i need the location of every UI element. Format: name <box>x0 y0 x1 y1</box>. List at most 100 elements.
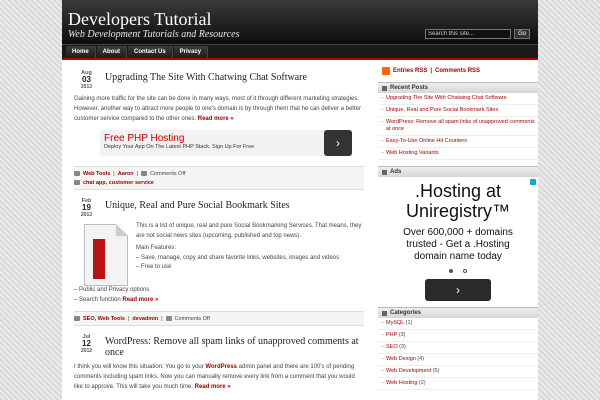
nav-contact[interactable]: Contact Us <box>128 45 173 58</box>
sidebar-ad[interactable]: .Hosting at Uniregistry™ Over 600,000 + … <box>378 177 538 301</box>
post-meta: SEO, Web Tools | devadmin | Comments Off <box>74 311 364 326</box>
comments-rss-link[interactable]: Comments RSS <box>435 68 480 74</box>
recent-posts-title: Recent Posts <box>390 85 429 91</box>
post-categories[interactable]: SEO, Web Tools <box>83 316 125 322</box>
post-year: 2013 <box>80 84 93 90</box>
adchoices-icon[interactable] <box>530 179 536 185</box>
search-form: Go <box>425 29 530 39</box>
read-more-link[interactable]: Read more » <box>195 384 231 390</box>
ad-title[interactable]: Free PHP Hosting <box>104 133 348 144</box>
recent-post-link[interactable]: WordPress: Remove all spam links of unap… <box>378 117 538 136</box>
recent-post-link[interactable]: Easy-To-Use Online Hit Counters <box>378 136 538 148</box>
category-link[interactable]: MySQL <box>386 320 404 326</box>
categories-title: Categories <box>390 310 422 316</box>
category-link[interactable]: Web Hosting <box>386 380 417 386</box>
site-title[interactable]: Developers Tutorial <box>68 10 538 28</box>
category-item: MySQL (1) <box>378 318 538 330</box>
post-comments: Comments Off <box>174 315 210 322</box>
post-excerpt: Gaining more traffic for the site can be… <box>74 94 364 124</box>
category-link[interactable]: PHP <box>386 332 397 338</box>
ad-subtitle: Deploy Your App On The Latest PHP Stack.… <box>104 144 255 150</box>
carousel-dot[interactable] <box>449 269 453 273</box>
rss-icon <box>382 67 390 75</box>
category-count: (1) <box>405 320 413 326</box>
folder-icon <box>74 316 80 321</box>
post-date: Feb 19 2013 <box>74 198 99 218</box>
ad-headline[interactable]: Uniregistry™ <box>378 201 538 221</box>
post-year: 2013 <box>80 212 93 218</box>
post: Jul 12 2012 WordPress: Remove all spam l… <box>74 334 364 392</box>
widget-title: Ads <box>378 166 538 177</box>
post-author[interactable]: devadmin <box>132 316 158 322</box>
category-item: SEO (3) <box>378 342 538 354</box>
ad-carousel-dots <box>378 269 538 273</box>
category-link[interactable]: Web Development <box>386 368 431 374</box>
categories-widget: Categories MySQL (1) PHP (3) SEO (3) Web… <box>378 307 538 390</box>
inline-ad[interactable]: Free PHP Hosting Deploy Your App On The … <box>100 130 352 156</box>
site-header: Developers Tutorial Web Development Tuto… <box>62 0 538 44</box>
post-body-cont: – Public and Privacy options – Search fu… <box>74 286 364 305</box>
ad-body: trusted - Get a .Hosting <box>406 239 510 250</box>
recent-post-link[interactable]: Unique, Real and Pure Social Bookmark Si… <box>378 105 538 117</box>
sidebar: Entries RSS | Comments RSS Recent Posts … <box>378 62 538 390</box>
wordpress-link[interactable]: WordPress <box>205 364 237 370</box>
category-count: (4) <box>417 356 425 362</box>
widget-icon <box>382 169 387 175</box>
main-content: Aug 03 2013 Upgrading The Site With Chat… <box>62 62 370 392</box>
post-title-link[interactable]: Upgrading The Site With Chatwing Chat So… <box>105 70 364 83</box>
pdf-document-icon <box>84 224 128 286</box>
ad-body: domain name today <box>414 251 502 262</box>
post-date: Jul 12 2012 <box>74 334 99 354</box>
post-meta: Web Tools | Aaron | Comments Off chat ap… <box>74 166 364 190</box>
feeds-separator: | <box>430 68 433 74</box>
ad-headline[interactable]: .Hosting at <box>378 181 538 201</box>
post-author[interactable]: Aaron <box>118 171 134 177</box>
meta-separator: | <box>161 315 163 322</box>
comment-icon <box>165 316 172 321</box>
post-day: 12 <box>82 339 91 348</box>
post-date: Aug 03 2013 <box>74 70 99 90</box>
post-excerpt: I think you will know this situation: Yo… <box>74 362 364 392</box>
widget-title: Categories <box>378 307 538 318</box>
folder-icon <box>74 171 80 176</box>
post: Aug 03 2013 Upgrading The Site With Chat… <box>74 70 364 190</box>
tag-icon <box>74 180 80 185</box>
carousel-dot[interactable] <box>463 269 467 273</box>
read-more-link[interactable]: Read more » <box>122 297 158 303</box>
recent-post-link[interactable]: Web Hosting Variants <box>378 148 538 160</box>
rss-feeds: Entries RSS | Comments RSS <box>382 66 538 76</box>
category-count: (5) <box>432 368 440 374</box>
category-link[interactable]: Web Design <box>386 356 416 362</box>
category-link[interactable]: SEO <box>386 344 398 350</box>
nav-about[interactable]: About <box>96 45 127 58</box>
meta-separator: | <box>113 170 115 177</box>
page-wrapper: Developers Tutorial Web Development Tuto… <box>62 0 538 400</box>
search-button[interactable]: Go <box>514 29 530 39</box>
post-year: 2012 <box>80 348 93 354</box>
post-tags[interactable]: chat app, customer service <box>83 180 154 186</box>
search-input[interactable] <box>425 29 511 39</box>
post-title-link[interactable]: Unique, Real and Pure Social Bookmark Si… <box>105 198 364 211</box>
post-categories[interactable]: Web Tools <box>83 171 110 177</box>
ad-arrow-button[interactable]: › <box>324 130 352 156</box>
meta-separator: | <box>127 315 130 322</box>
read-more-link[interactable]: Read more » <box>198 116 234 122</box>
category-item: Web Hosting (2) <box>378 378 538 390</box>
category-item: PHP (3) <box>378 330 538 342</box>
meta-separator: | <box>136 170 139 177</box>
feature-item: – Public and Privacy options <box>74 287 150 293</box>
feature-item-wrap: – Search function Read more » <box>74 296 364 306</box>
feature-item: – Search function <box>74 296 121 303</box>
category-count: (2) <box>418 380 426 386</box>
post-title-link[interactable]: WordPress: Remove all spam links of unap… <box>105 334 364 358</box>
ads-title: Ads <box>390 169 402 175</box>
entries-rss-link[interactable]: Entries RSS <box>393 68 427 74</box>
category-count: (3) <box>398 332 406 338</box>
post-excerpt-text: I think you will know this situation: Yo… <box>74 364 206 370</box>
ad-arrow-button[interactable]: › <box>425 279 491 301</box>
category-count: (3) <box>399 344 406 350</box>
nav-home[interactable]: Home <box>66 45 96 58</box>
main-nav: Home About Contact Us Privacy <box>62 44 538 60</box>
nav-privacy[interactable]: Privacy <box>173 45 209 58</box>
recent-post-link[interactable]: Upgrading The Site With Chatwing Chat So… <box>378 93 538 105</box>
